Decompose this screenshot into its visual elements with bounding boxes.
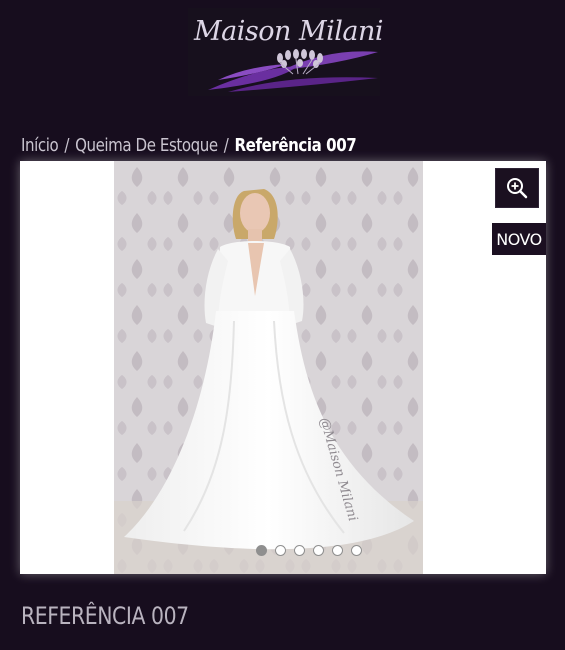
carousel-dots bbox=[20, 545, 546, 557]
breadcrumb-home-link[interactable]: Início bbox=[21, 136, 59, 156]
breadcrumb-separator: / bbox=[64, 136, 69, 156]
product-image-gallery[interactable]: @Maison Milani NOVO bbox=[20, 161, 546, 574]
site-logo[interactable]: Maison Milani bbox=[188, 8, 384, 96]
carousel-dot-4[interactable] bbox=[313, 545, 324, 556]
breadcrumb-separator: / bbox=[223, 136, 229, 156]
carousel-dot-1[interactable] bbox=[256, 545, 267, 556]
carousel-dot-2[interactable] bbox=[275, 545, 286, 556]
carousel-dot-3[interactable] bbox=[294, 545, 305, 556]
carousel-dot-6[interactable] bbox=[351, 545, 362, 556]
logo-text: Maison Milani bbox=[194, 16, 384, 47]
breadcrumb: Início / Queima De Estoque / Referência … bbox=[21, 136, 357, 156]
breadcrumb-current: Referência 007 bbox=[234, 136, 357, 156]
new-badge: NOVO bbox=[492, 223, 546, 255]
zoom-button[interactable] bbox=[495, 168, 539, 208]
carousel-dot-5[interactable] bbox=[332, 545, 343, 556]
zoom-in-icon bbox=[507, 178, 528, 199]
product-photo[interactable]: @Maison Milani bbox=[114, 161, 423, 574]
breadcrumb-category-link[interactable]: Queima De Estoque bbox=[75, 136, 218, 156]
product-title: REFERÊNCIA 007 bbox=[21, 602, 189, 630]
